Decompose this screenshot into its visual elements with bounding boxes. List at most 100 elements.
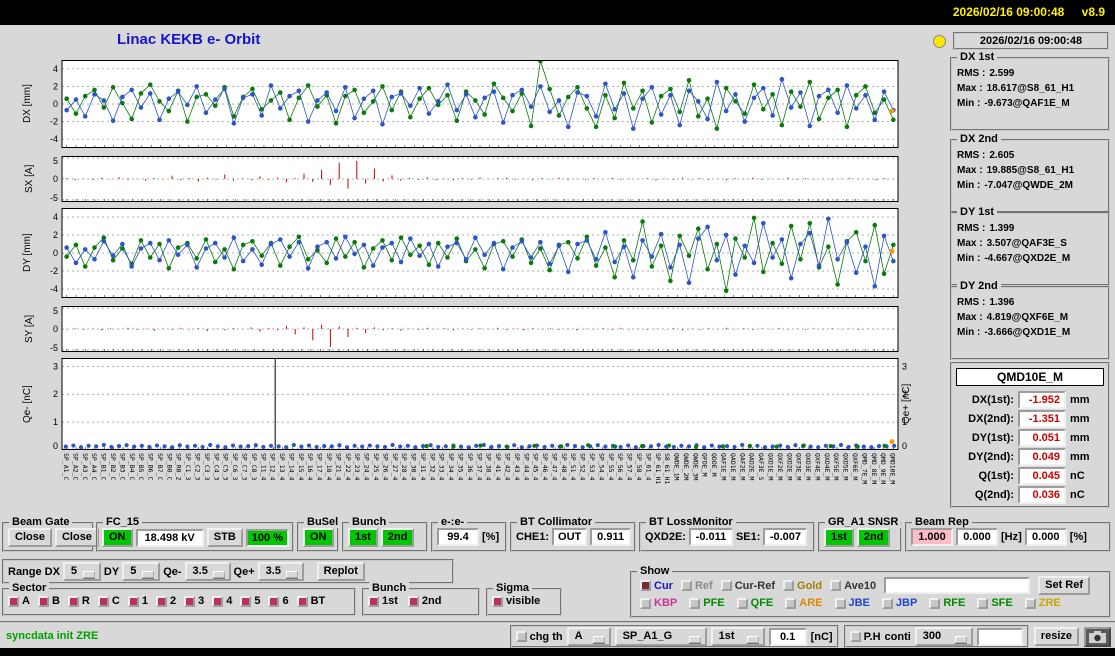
- sector-toggle-5-checkbox[interactable]: [240, 595, 252, 607]
- x-axis-label: QWDE_2M: [681, 453, 690, 481]
- show-toggle-kbp-checkbox[interactable]: [640, 597, 651, 609]
- range-dx-select[interactable]: 5: [62, 562, 101, 581]
- interval-select[interactable]: 300: [914, 627, 973, 646]
- x-axis-label: SP_13_4: [278, 453, 287, 481]
- sector-toggle-1[interactable]: 1: [127, 595, 148, 607]
- fc15-on-button[interactable]: ON: [102, 528, 133, 547]
- sector-toggle-1-checkbox[interactable]: [127, 595, 139, 607]
- beam-gate-close-1-button[interactable]: Close: [8, 528, 52, 547]
- ref-input[interactable]: [884, 577, 1031, 594]
- show-toggle-cur-ref-checkbox[interactable]: [720, 580, 732, 591]
- show-toggle-zre-checkbox[interactable]: [1024, 597, 1036, 609]
- max-line: Max :3.507@QAF3E_S: [957, 238, 1067, 249]
- ph-checkbox[interactable]: [849, 631, 861, 642]
- replot-button[interactable]: Replot: [316, 562, 365, 581]
- x-axis-label: SP_C2_3: [193, 453, 202, 481]
- bunch-toggle-2nd[interactable]: 2nd: [407, 595, 441, 607]
- sector-toggle-bt[interactable]: BT: [296, 595, 325, 607]
- show-toggle-are[interactable]: ARE: [785, 597, 823, 609]
- ph-toggle[interactable]: P.H: [849, 631, 881, 643]
- show-toggle-gold-checkbox[interactable]: [783, 580, 795, 591]
- set-ref-button[interactable]: Set Ref: [1038, 576, 1091, 595]
- sector-toggle-4[interactable]: 4: [212, 595, 232, 607]
- sector-toggle-6-checkbox[interactable]: [268, 595, 280, 607]
- show-toggle-jbe-checkbox[interactable]: [834, 597, 846, 609]
- sector-toggle-b[interactable]: B: [37, 595, 60, 607]
- x-axis-label: SP_A3_C: [80, 453, 89, 481]
- bunch-2nd-button[interactable]: 2nd: [380, 528, 415, 547]
- sector-toggle-2[interactable]: 2: [155, 595, 176, 607]
- show-toggle-ave10[interactable]: Ave10: [830, 580, 876, 592]
- sector-toggle-a-checkbox[interactable]: [8, 595, 19, 607]
- show-toggle-ref-label: Ref: [694, 579, 713, 592]
- show-toggle-qfe[interactable]: QFE: [736, 597, 773, 609]
- group-label: Beam Gate: [9, 516, 73, 528]
- sector-toggle-2-checkbox[interactable]: [155, 595, 167, 607]
- range-qe-minus-select[interactable]: 3.5: [184, 562, 231, 581]
- bunch-1st-button[interactable]: 1st: [348, 528, 378, 547]
- show-toggle-jbp-checkbox[interactable]: [881, 597, 893, 609]
- show-toggle-are-checkbox[interactable]: [785, 597, 797, 609]
- show-toggle-kbp[interactable]: KBP: [640, 597, 677, 609]
- show-toggle-cur-ref[interactable]: Cur-Ref: [720, 580, 775, 592]
- chg-th-checkbox[interactable]: [515, 631, 527, 642]
- gr-snsr-2nd-button[interactable]: 2nd: [856, 528, 891, 547]
- x-axis-label: QMD10E_M: [888, 453, 897, 485]
- gr-snsr-1st-button[interactable]: 1st: [824, 528, 854, 547]
- sector-toggle-r-checkbox[interactable]: [67, 595, 79, 607]
- bunch-select[interactable]: 1st: [710, 627, 765, 646]
- show-toggle-jbe[interactable]: JBE: [834, 597, 870, 609]
- show-toggle-pfe[interactable]: PFE: [689, 597, 725, 609]
- beam-rep-display-1: 1.000: [911, 528, 953, 546]
- show-toggle-pfe-checkbox[interactable]: [689, 597, 701, 609]
- sector-toggle-3[interactable]: 3: [184, 595, 204, 607]
- sigma-toggle-visible-checkbox[interactable]: [492, 595, 503, 607]
- screenshot-button[interactable]: [1084, 626, 1111, 647]
- svg-text:2: 2: [902, 389, 907, 399]
- sector-toggle-a[interactable]: A: [8, 595, 30, 607]
- sector-toggle-1-label: 1: [141, 595, 148, 607]
- show-toggle-zre[interactable]: ZRE: [1024, 597, 1061, 609]
- sector-toggle-bt-checkbox[interactable]: [296, 595, 308, 607]
- x-axis-label: SP_44_4: [522, 453, 531, 481]
- x-axis-label: SP_A1_C: [62, 453, 70, 481]
- x-axis-label: SP_A4_C: [90, 453, 99, 481]
- beam-gate-close-2-button[interactable]: Close: [54, 528, 99, 547]
- fc15-stb-button[interactable]: STB: [206, 528, 243, 547]
- chg-th-toggle[interactable]: chg th: [515, 631, 563, 643]
- show-toggle-rfe-checkbox[interactable]: [929, 597, 941, 609]
- resize-button[interactable]: resize: [1033, 627, 1079, 646]
- show-toggle-ref[interactable]: Ref: [680, 579, 713, 592]
- range-dy-select[interactable]: 5: [122, 562, 161, 581]
- bunch-toggle-2nd-checkbox[interactable]: [407, 595, 419, 607]
- bunch-toggle-1st-checkbox[interactable]: [368, 595, 379, 607]
- sector-toggle-4-checkbox[interactable]: [212, 595, 224, 607]
- show-toggle-jbp[interactable]: JBP: [881, 597, 917, 609]
- bunch-toggle-1st[interactable]: 1st: [368, 595, 398, 607]
- show-toggle-cur[interactable]: Cur: [640, 580, 673, 592]
- show-toggle-qfe-checkbox[interactable]: [736, 597, 748, 609]
- sector-toggle-c[interactable]: C: [97, 595, 120, 607]
- show-toggle-ref-checkbox[interactable]: [680, 580, 692, 591]
- show-toggle-sfe-checkbox[interactable]: [977, 597, 989, 609]
- sector-toggle-5[interactable]: 5: [240, 595, 260, 607]
- show-toggle-gold[interactable]: Gold: [783, 580, 822, 592]
- range-qe-plus-select[interactable]: 3.5: [257, 562, 304, 581]
- show-toggle-sfe[interactable]: SFE: [977, 597, 1013, 609]
- show-toggle-rfe[interactable]: RFE: [929, 597, 965, 609]
- sector-toggle-r[interactable]: R: [67, 595, 90, 607]
- sigma-toggle-visible[interactable]: visible: [492, 595, 540, 607]
- sector-toggle-6[interactable]: 6: [268, 595, 289, 607]
- sector-toggle-3-checkbox[interactable]: [184, 595, 196, 607]
- sector-toggle-c-checkbox[interactable]: [97, 595, 109, 607]
- x-axis-label: QXF5E_M: [832, 453, 841, 481]
- show-toggle-ave10-checkbox[interactable]: [830, 580, 842, 591]
- sector-toggle-b-checkbox[interactable]: [37, 595, 49, 607]
- bpm-select[interactable]: SP_A1_G: [614, 627, 707, 646]
- readout-value: 0.049: [1018, 447, 1066, 466]
- busel-on-button[interactable]: ON: [303, 528, 334, 547]
- sector-select[interactable]: A: [566, 627, 611, 646]
- svg-text:0: 0: [53, 174, 58, 184]
- show-toggle-cur-checkbox[interactable]: [640, 580, 651, 591]
- x-axis-label: SP_55_4: [606, 453, 615, 481]
